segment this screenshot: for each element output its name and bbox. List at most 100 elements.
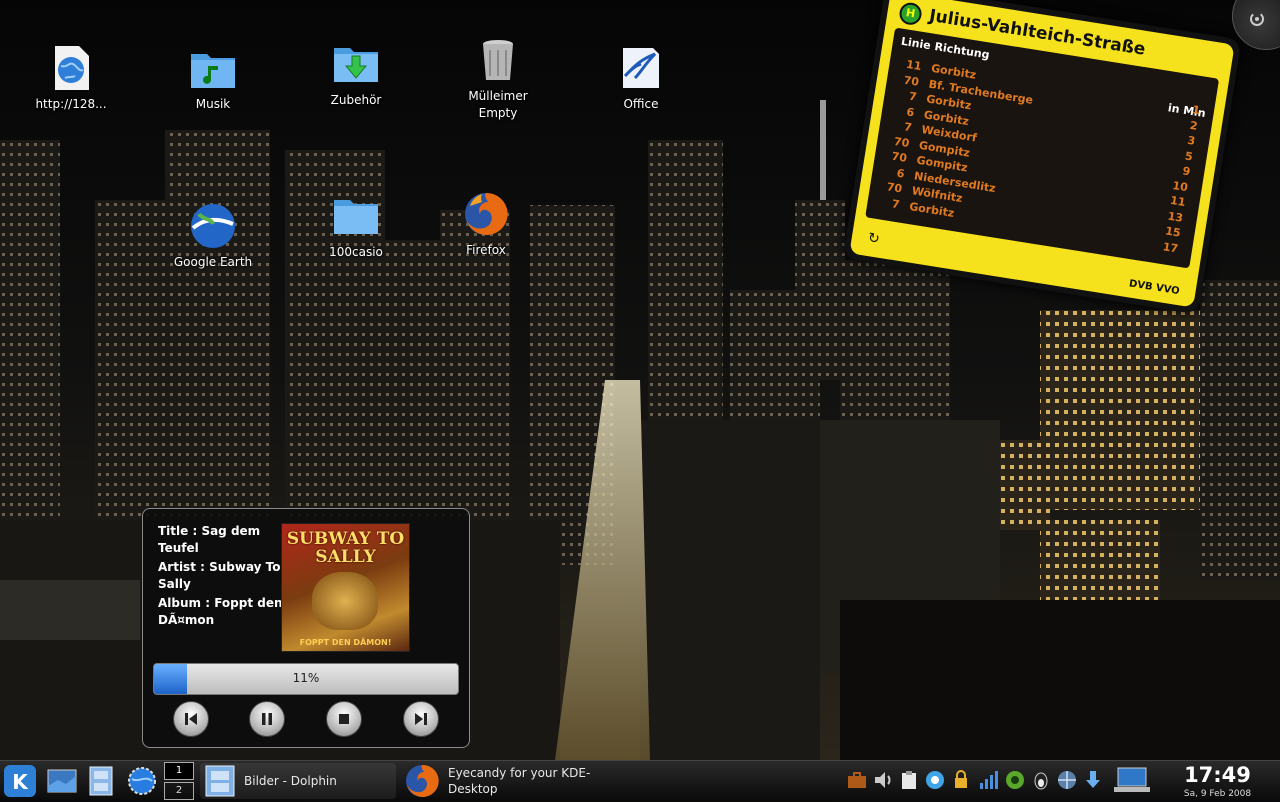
kopete-icon[interactable] [924,769,946,791]
show-desktop-button[interactable] [46,761,78,801]
task-dolphin[interactable]: Bilder - Dolphin [200,763,396,799]
desktop-icon-trash[interactable]: Mülleimer Empty [443,36,553,122]
departure-line: 70 [893,134,911,150]
previous-track-button[interactable] [173,701,209,737]
desktop-icon-firefox[interactable]: Firefox [431,190,541,259]
desktop-icon-label: 100casio [329,245,383,259]
departure-minutes: 10 [1171,178,1189,194]
departure-minutes: 5 [1184,149,1194,164]
departure-minutes: 2 [1188,118,1199,133]
kwallet-icon[interactable] [950,769,972,791]
firefox-icon [406,764,439,797]
kde-logo-icon: K [4,765,36,797]
departure-minutes: 17 [1161,239,1180,255]
column-header-direction: Richtung [933,40,991,62]
clock-time: 17:49 [1184,763,1251,787]
music-folder-icon [191,54,235,88]
desktop-icon-musik[interactable]: Musik [158,44,268,113]
tux-icon[interactable] [1030,769,1052,791]
desktop-icon-url[interactable]: http://128... [16,44,126,113]
filing-cabinet-icon [89,766,113,796]
departure-minutes: 13 [1166,209,1184,225]
desktop-icon-label: Musik [195,97,231,111]
trash-icon [483,40,513,80]
digital-clock[interactable]: 17:49 Sa, 9 Feb 2008 [1170,762,1265,800]
departure-line: 70 [885,180,904,196]
cover-band-name: SUBWAY TO SALLY [286,529,405,567]
tray-suitcase-icon[interactable] [846,769,868,791]
desktop-icon-100casio[interactable]: 100casio [301,192,411,261]
pager-desktop-2[interactable]: 2 [164,782,194,800]
desktop-icon-zubehoer[interactable]: Zubehör [301,40,411,109]
office-suite-icon [623,48,659,88]
departure-line: 6 [905,104,916,119]
departure-line: 7 [903,120,913,135]
clock-date: Sa, 9 Feb 2008 [1183,789,1252,799]
stop-button[interactable] [326,701,362,737]
track-title: Title : Sag dem Teufel [158,524,261,555]
download-folder-icon [334,48,378,82]
task-firefox[interactable]: Eyecandy for your KDE-Desktop [400,763,600,799]
departure-minutes: 11 [1169,193,1187,210]
refresh-icon[interactable]: ↻ [867,230,881,248]
download-arrow-icon[interactable] [1082,769,1104,791]
kde-panel: K 1 2 Bilder - Dolphin Eyecandy for your… [0,760,1280,801]
desktop-icon-google-earth[interactable]: Google Earth [158,202,268,271]
desktop-icon-label: Mülleimer [468,89,528,103]
plasma-cashew-icon [1250,12,1264,26]
konqueror-launcher[interactable] [126,761,158,801]
network-signal-icon[interactable] [978,769,1000,791]
skip-back-icon [185,713,197,725]
departure-line: 70 [902,73,920,89]
desktop-icon-label: Firefox [466,243,506,257]
dolphin-icon [205,765,235,797]
track-artist: Artist : Subway To Sally [158,560,281,591]
desktop-icon-sublabel: Empty [478,106,518,120]
pause-icon [262,713,272,725]
track-album: Album : Foppt den DÃ¤mon [158,596,283,627]
volume-icon[interactable] [872,769,894,791]
skip-forward-icon [415,713,427,725]
now-playing-widget: Title : Sag dem Teufel Artist : Subway T… [142,508,470,748]
track-metadata: Title : Sag dem Teufel Artist : Subway T… [158,523,283,631]
globe-gear-icon [128,767,156,795]
stop-icon [339,714,349,724]
album-cover: SUBWAY TO SALLY FOPPT DEN DÄMON! [281,523,410,652]
departure-line: 70 [890,149,908,165]
desktop-icon-label: Google Earth [173,255,253,269]
widget-frame: H Julius-Vahlteich-Straße Linie Richtung… [849,0,1235,308]
desktop-icon [47,769,77,793]
task-label: Bilder - Dolphin [244,774,337,788]
file-manager-launcher[interactable] [86,761,116,801]
desktop-icon-office[interactable]: Office [586,44,696,113]
desktop-icon-label: Office [623,97,659,111]
google-earth-icon [191,204,235,248]
departure-minutes: 3 [1186,133,1197,148]
web-link-icon [55,46,89,90]
nvidia-settings-icon[interactable] [1004,769,1026,791]
bus-departure-widget[interactable]: H Julius-Vahlteich-Straße Linie Richtung… [842,0,1242,315]
departure-line: 6 [895,166,906,181]
departure-minutes: 15 [1164,224,1182,240]
desktop-icon-label: http://128... [35,97,107,111]
task-label: Eyecandy for your KDE-Desktop [448,766,591,796]
laptop-icon[interactable] [1112,766,1152,796]
clipboard-icon[interactable] [898,769,920,791]
departure-line: 7 [891,196,901,211]
bus-stop-icon: H [897,1,924,27]
desktop-icon-label: Zubehör [330,93,382,107]
progress-percent: 11% [292,671,320,685]
next-track-button[interactable] [403,701,439,737]
departure-line: 7 [907,89,918,104]
folder-icon [334,200,378,234]
virtual-desktop-pager[interactable]: 1 2 [164,762,194,802]
cover-album-name: FOPPT DEN DÄMON! [299,638,392,647]
track-progress-bar[interactable]: 11% [153,663,459,695]
departure-line: 11 [905,57,923,74]
kde-menu-button[interactable]: K [2,761,38,801]
departure-board: Linie Richtung in Min 11 Gorbitz 1 70 Bf. Tr… [865,27,1220,269]
pager-desktop-1[interactable]: 1 [164,762,194,780]
pause-button[interactable] [249,701,285,737]
network-globe-icon[interactable] [1056,769,1078,791]
column-header-line: Linie [900,34,932,53]
